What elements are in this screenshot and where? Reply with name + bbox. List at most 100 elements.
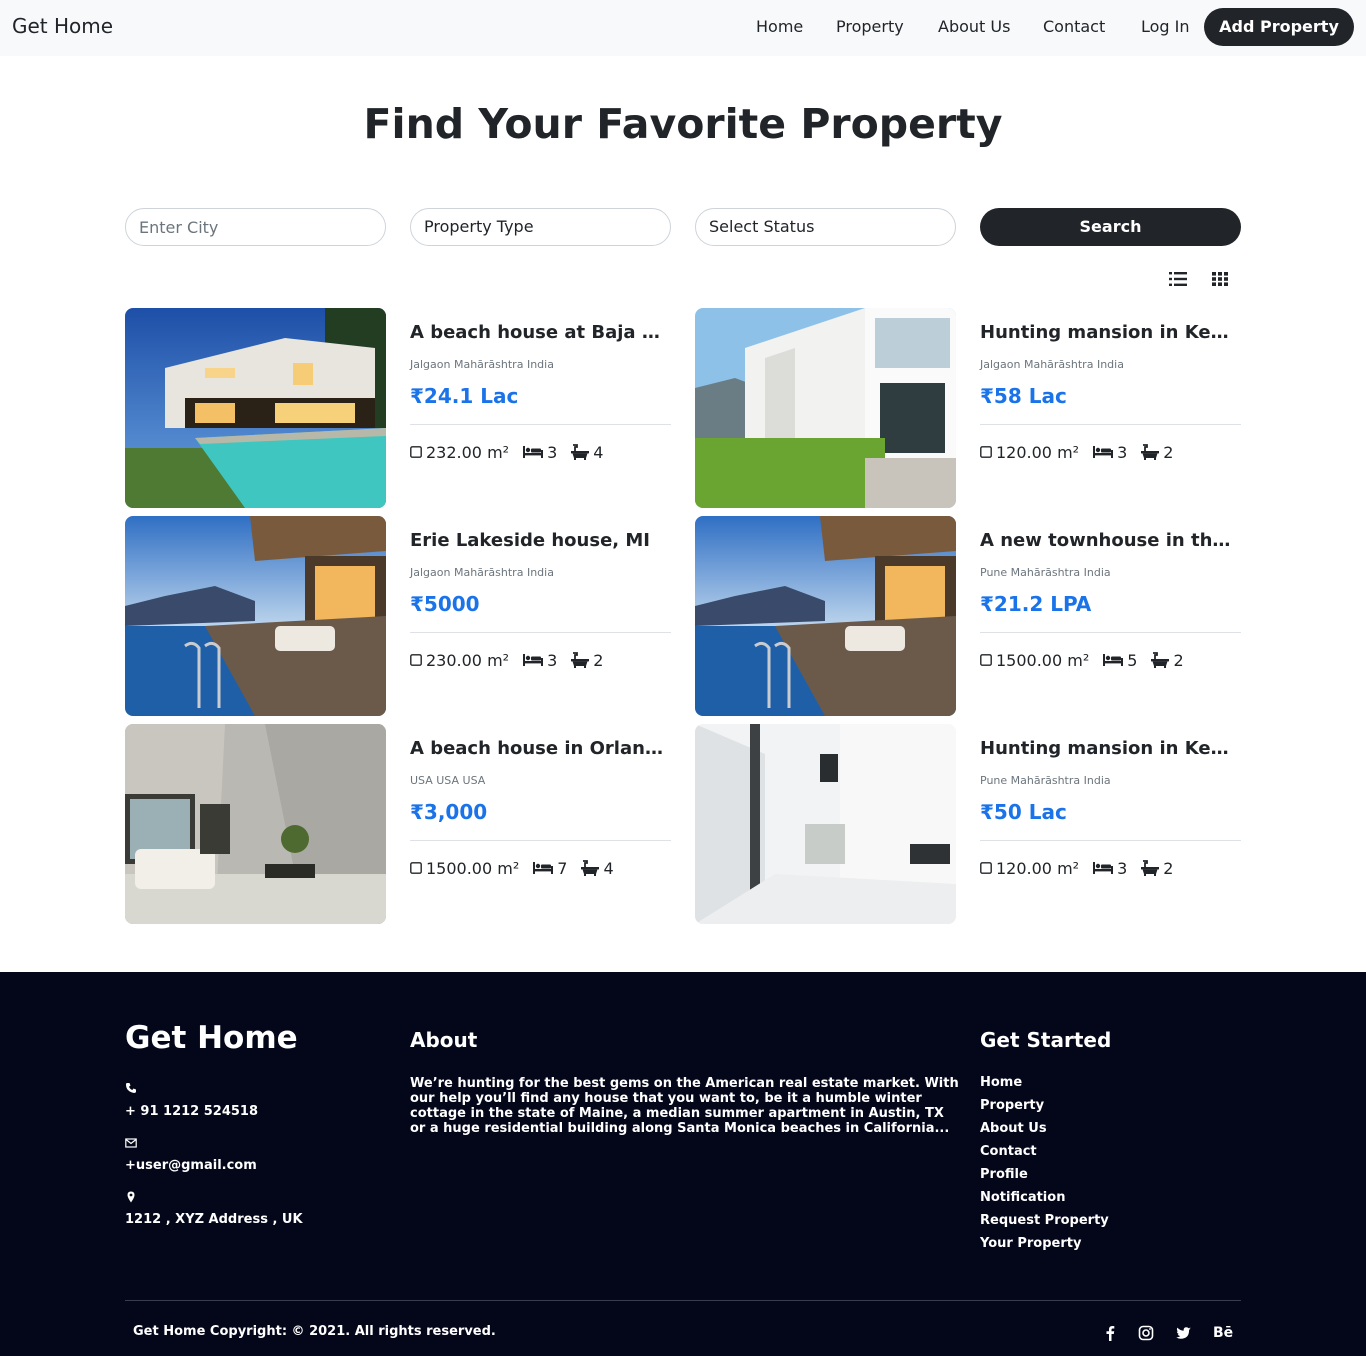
listing-divider bbox=[410, 840, 671, 841]
envelope-icon bbox=[125, 1138, 137, 1148]
listing-image[interactable] bbox=[695, 516, 956, 716]
about-text: We’re hunting for the best gems on the A… bbox=[410, 1076, 959, 1136]
bath-icon bbox=[1141, 860, 1159, 876]
footer-link-contact[interactable]: Contact bbox=[980, 1144, 1037, 1159]
listing-baths: 4 bbox=[593, 442, 604, 462]
listing-divider bbox=[980, 632, 1241, 633]
city-input[interactable] bbox=[125, 208, 386, 246]
listing-title[interactable]: A beach house at Baja Cali... bbox=[410, 322, 671, 343]
get-started-heading: Get Started bbox=[980, 1028, 1112, 1052]
bed-icon bbox=[533, 861, 553, 875]
area-icon bbox=[410, 446, 422, 458]
map-marker-icon bbox=[127, 1191, 135, 1203]
footer-email[interactable]: +user@gmail.com bbox=[125, 1158, 257, 1173]
listing-image[interactable] bbox=[125, 724, 386, 924]
listing-divider bbox=[980, 840, 1241, 841]
bath-icon bbox=[1141, 444, 1159, 460]
listing-area: 120.00 m² bbox=[996, 858, 1080, 878]
listing-price: ₹21.2 LPA bbox=[980, 592, 1092, 616]
listing-baths: 2 bbox=[1163, 442, 1174, 462]
bath-icon bbox=[571, 444, 589, 460]
instagram-icon[interactable] bbox=[1138, 1325, 1154, 1341]
area-icon bbox=[980, 862, 992, 874]
status-select[interactable]: Select Status bbox=[695, 208, 956, 246]
listing-location: Pune Mahārāshtra India bbox=[980, 774, 1111, 787]
listing-baths: 2 bbox=[593, 650, 604, 670]
bed-icon bbox=[523, 653, 543, 667]
listing-features: 232.00 m² 3 4 bbox=[410, 442, 671, 462]
listing-baths: 2 bbox=[1163, 858, 1174, 878]
footer-link-request-property[interactable]: Request Property bbox=[980, 1213, 1109, 1228]
footer-link-home[interactable]: Home bbox=[980, 1075, 1022, 1090]
listing-price: ₹50 Lac bbox=[980, 800, 1067, 824]
listing-area: 232.00 m² bbox=[426, 442, 510, 462]
footer-address: 1212 , XYZ Address , UK bbox=[125, 1212, 303, 1227]
navbar: Get Home Home Property About Us Contact … bbox=[0, 0, 1366, 56]
listing-features: 1500.00 m² 5 2 bbox=[980, 650, 1241, 670]
brand-logo[interactable]: Get Home bbox=[12, 14, 113, 38]
footer-link-property[interactable]: Property bbox=[980, 1098, 1044, 1113]
listing-price: ₹24.1 Lac bbox=[410, 384, 519, 408]
listing-title[interactable]: A new townhouse in the Ap... bbox=[980, 530, 1241, 551]
nav-log-in[interactable]: Log In bbox=[1141, 17, 1190, 36]
nav-about-us[interactable]: About Us bbox=[938, 17, 1010, 36]
footer-link-your-property[interactable]: Your Property bbox=[980, 1236, 1081, 1251]
listing-features: 120.00 m² 3 2 bbox=[980, 442, 1241, 462]
listing-divider bbox=[410, 632, 671, 633]
listing-image[interactable] bbox=[695, 308, 956, 508]
listing-beds: 3 bbox=[1117, 442, 1128, 462]
listing-location: Jalgaon Mahārāshtra India bbox=[410, 566, 554, 579]
bath-icon bbox=[1151, 652, 1169, 668]
listing-features: 120.00 m² 3 2 bbox=[980, 858, 1241, 878]
listing-features: 230.00 m² 3 2 bbox=[410, 650, 671, 670]
listing-beds: 3 bbox=[547, 442, 558, 462]
footer-phone[interactable]: + 91 1212 524518 bbox=[125, 1104, 258, 1119]
list-view-icon[interactable] bbox=[1169, 271, 1187, 287]
grid-view-icon[interactable] bbox=[1211, 271, 1229, 287]
twitter-icon[interactable] bbox=[1175, 1325, 1192, 1341]
listing-location: USA USA USA bbox=[410, 774, 486, 787]
search-button[interactable]: Search bbox=[980, 208, 1241, 246]
listing-baths: 4 bbox=[603, 858, 614, 878]
footer-brand: Get Home bbox=[125, 1020, 298, 1056]
listing-title[interactable]: Hunting mansion in Kentuc... bbox=[980, 738, 1241, 759]
listing-image[interactable] bbox=[125, 308, 386, 508]
listing-area: 120.00 m² bbox=[996, 442, 1080, 462]
listing-beds: 3 bbox=[547, 650, 558, 670]
footer-divider bbox=[125, 1300, 1241, 1301]
bed-icon bbox=[1093, 445, 1113, 459]
area-icon bbox=[980, 446, 992, 458]
listing-area: 1500.00 m² bbox=[426, 858, 520, 878]
listing-divider bbox=[410, 424, 671, 425]
nav-property[interactable]: Property bbox=[836, 17, 904, 36]
listing-location: Jalgaon Mahārāshtra India bbox=[410, 358, 554, 371]
listing-image[interactable] bbox=[125, 516, 386, 716]
listing-baths: 2 bbox=[1173, 650, 1184, 670]
footer-link-profile[interactable]: Profile bbox=[980, 1167, 1028, 1182]
bath-icon bbox=[571, 652, 589, 668]
listing-price: ₹5000 bbox=[410, 592, 480, 616]
bed-icon bbox=[523, 445, 543, 459]
listing-location: Jalgaon Mahārāshtra India bbox=[980, 358, 1124, 371]
facebook-icon[interactable] bbox=[1105, 1325, 1115, 1341]
area-icon bbox=[410, 862, 422, 874]
listing-image[interactable] bbox=[695, 724, 956, 924]
listing-price: ₹3,000 bbox=[410, 800, 488, 824]
property-type-select[interactable]: Property Type bbox=[410, 208, 671, 246]
nav-contact[interactable]: Contact bbox=[1043, 17, 1105, 36]
area-icon bbox=[980, 654, 992, 666]
listing-beds: 7 bbox=[557, 858, 568, 878]
listing-area: 1500.00 m² bbox=[996, 650, 1090, 670]
listing-title[interactable]: Erie Lakeside house, MI bbox=[410, 530, 671, 551]
bath-icon bbox=[581, 860, 599, 876]
behance-icon[interactable]: Bē bbox=[1213, 1325, 1233, 1341]
nav-home[interactable]: Home bbox=[756, 17, 803, 36]
add-property-button[interactable]: Add Property bbox=[1204, 8, 1354, 46]
footer-link-notification[interactable]: Notification bbox=[980, 1190, 1065, 1205]
footer-link-about-us[interactable]: About Us bbox=[980, 1121, 1047, 1136]
bed-icon bbox=[1093, 861, 1113, 875]
listing-divider bbox=[980, 424, 1241, 425]
listing-title[interactable]: A beach house in Orlando, ... bbox=[410, 738, 671, 759]
area-icon bbox=[410, 654, 422, 666]
listing-title[interactable]: Hunting mansion in Kentuc... bbox=[980, 322, 1241, 343]
